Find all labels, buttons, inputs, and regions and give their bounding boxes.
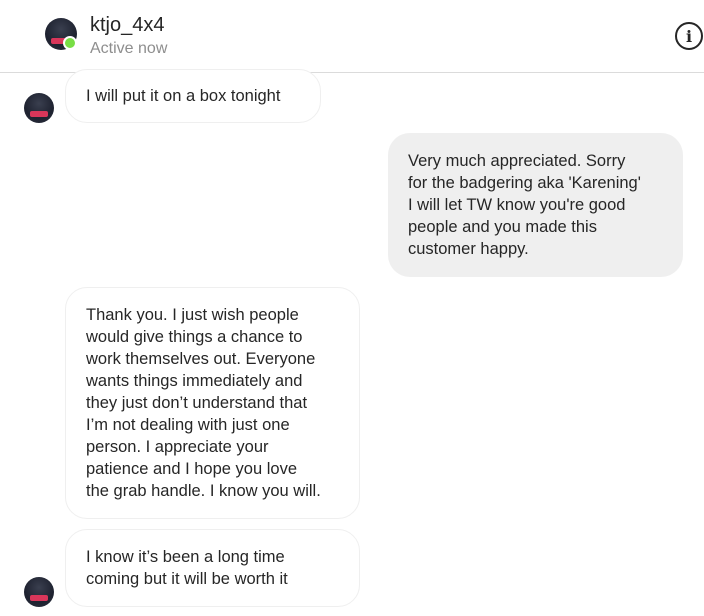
incoming-message-bubble: Thank you. I just wish people would give… bbox=[65, 287, 360, 519]
contact-status: Active now bbox=[90, 40, 168, 57]
message-text: I’m not dealing with just one bbox=[86, 416, 290, 434]
message-text: the grab handle. I know you will. bbox=[86, 482, 321, 500]
message-avatar[interactable] bbox=[24, 577, 54, 607]
outgoing-message-bubble: Very much appreciated. Sorry for the bad… bbox=[388, 133, 683, 277]
message-text: work themselves out. Everyone bbox=[86, 350, 316, 368]
message-text: customer happy. bbox=[408, 240, 529, 258]
avatar bbox=[24, 93, 54, 123]
message-text: Thank you. I just wish people bbox=[86, 306, 299, 324]
message-avatar[interactable] bbox=[24, 93, 54, 123]
message-text: they just don’t understand that bbox=[86, 394, 308, 412]
online-status-dot bbox=[63, 36, 77, 50]
message-text: Very much appreciated. Sorry bbox=[408, 152, 626, 170]
chat-header: ktjo_4x4 Active now i bbox=[0, 0, 704, 73]
message-text: I will put it on a box tonight bbox=[86, 87, 281, 105]
contact-avatar[interactable] bbox=[45, 18, 77, 50]
info-icon[interactable]: i bbox=[675, 22, 703, 50]
avatar bbox=[24, 577, 54, 607]
message-text: I will let TW know you're good bbox=[408, 196, 626, 214]
message-text: wants things immediately and bbox=[86, 372, 303, 390]
message-text: people and you made this bbox=[408, 218, 597, 236]
message-text: person. I appreciate your bbox=[86, 438, 269, 456]
message-text: I know it’s been a long time bbox=[86, 548, 285, 566]
incoming-message-bubble: I know it’s been a long time coming but … bbox=[65, 529, 360, 607]
contact-username[interactable]: ktjo_4x4 bbox=[90, 14, 165, 37]
message-text: for the badgering aka 'Karening' bbox=[408, 174, 641, 192]
incoming-message-bubble: I will put it on a box tonight bbox=[65, 69, 321, 123]
message-text: coming but it will be worth it bbox=[86, 570, 288, 588]
message-text: would give things a chance to bbox=[86, 328, 303, 346]
message-text: patience and I hope you love bbox=[86, 460, 297, 478]
